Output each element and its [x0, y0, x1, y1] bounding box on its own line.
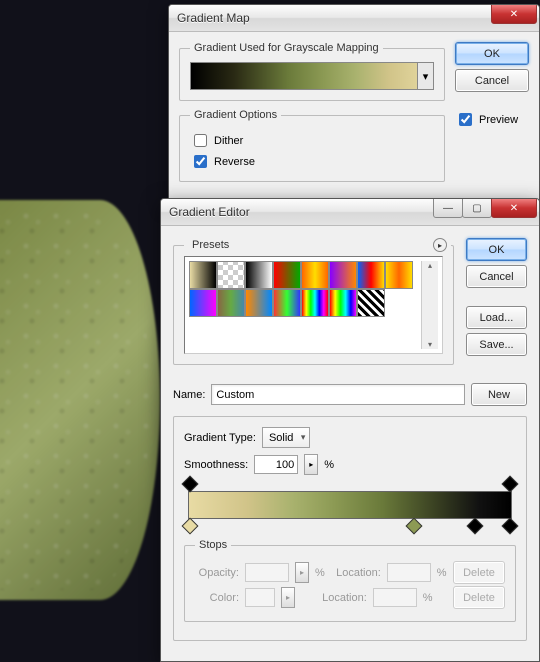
color-stop-2[interactable] — [405, 518, 422, 535]
color-well — [245, 588, 275, 607]
stops-legend: Stops — [195, 539, 231, 551]
preset-swatch[interactable] — [217, 261, 245, 289]
presets-scrollbar[interactable]: ▴ ▾ — [421, 261, 438, 349]
scroll-up-icon[interactable]: ▴ — [428, 261, 432, 270]
reverse-checkbox[interactable] — [194, 155, 207, 168]
presets-legend: Presets — [188, 239, 233, 251]
preset-swatch[interactable] — [245, 261, 273, 289]
reverse-label: Reverse — [214, 156, 255, 168]
gradient-type-label: Gradient Type: — [184, 432, 256, 444]
opacity-input — [245, 563, 289, 582]
preset-swatch[interactable] — [189, 261, 217, 289]
color-stop-3[interactable] — [467, 518, 484, 535]
window-title: Gradient Editor — [169, 205, 434, 219]
gradient-used-legend: Gradient Used for Grayscale Mapping — [190, 42, 383, 54]
preview-checkbox[interactable] — [459, 113, 472, 126]
ok-button[interactable]: OK — [455, 42, 529, 65]
presets-group: Presets ▸ ▴ ▾ — [173, 238, 454, 365]
gradient-type-select[interactable]: Solid — [262, 427, 310, 448]
delete-opacity-stop-button: Delete — [453, 561, 505, 584]
gradient-used-group: Gradient Used for Grayscale Mapping ▾ — [179, 42, 445, 101]
preset-swatch[interactable] — [357, 289, 385, 317]
preset-swatch[interactable] — [301, 289, 329, 317]
gradient-editor-window: Gradient Editor — ▢ ✕ Presets ▸ ▴ — [160, 198, 540, 662]
titlebar[interactable]: Gradient Map ✕ — [169, 5, 539, 32]
smoothness-flyout-icon[interactable]: ▸ — [304, 454, 318, 475]
gradient-preview-bar[interactable]: ▾ — [190, 62, 434, 90]
dither-checkbox[interactable] — [194, 134, 207, 147]
color-location-input — [373, 588, 417, 607]
dither-label: Dither — [214, 135, 243, 147]
cancel-button[interactable]: Cancel — [466, 265, 527, 288]
ok-button[interactable]: OK — [466, 238, 527, 261]
smoothness-label: Smoothness: — [184, 459, 248, 471]
load-button[interactable]: Load... — [466, 306, 527, 329]
opacity-location-input — [387, 563, 431, 582]
preset-swatch[interactable] — [329, 261, 357, 289]
preset-swatch[interactable] — [385, 261, 413, 289]
percent-label: % — [423, 592, 433, 604]
gradient-dropdown-icon[interactable]: ▾ — [417, 63, 433, 89]
opacity-stop-label: Opacity: — [195, 567, 239, 579]
smoothness-input[interactable] — [254, 455, 298, 474]
gradient-map-window: Gradient Map ✕ Gradient Used for Graysca… — [168, 4, 540, 201]
percent-label: % — [324, 459, 334, 471]
gradient-options-group: Gradient Options Dither Reverse — [179, 109, 445, 182]
preset-swatch[interactable] — [245, 289, 273, 317]
preview-label: Preview — [479, 114, 518, 126]
stops-group: Stops Opacity: ▸ % Location: % Delete Co… — [184, 539, 516, 622]
close-icon[interactable]: ✕ — [491, 198, 537, 218]
preset-swatch[interactable] — [329, 289, 357, 317]
gradient-type-group: Gradient Type: Solid Smoothness: ▸ % — [173, 416, 527, 641]
color-flyout-icon: ▸ — [281, 587, 295, 608]
presets-box: ▴ ▾ — [184, 256, 443, 354]
name-input[interactable] — [211, 384, 465, 405]
percent-label: % — [437, 567, 447, 579]
opacity-flyout-icon: ▸ — [295, 562, 309, 583]
gradient-options-legend: Gradient Options — [190, 109, 281, 121]
delete-color-stop-button: Delete — [453, 586, 505, 609]
new-button[interactable]: New — [471, 383, 527, 406]
name-label: Name: — [173, 389, 205, 401]
preset-swatch[interactable] — [189, 289, 217, 317]
color-stop-4[interactable] — [502, 518, 519, 535]
color-location-label: Location: — [317, 592, 367, 604]
window-title: Gradient Map — [177, 11, 492, 25]
color-stop-label: Color: — [195, 592, 239, 604]
scroll-down-icon[interactable]: ▾ — [428, 340, 432, 349]
minimize-icon[interactable]: — — [433, 198, 463, 218]
preset-swatch[interactable] — [273, 289, 301, 317]
close-icon[interactable]: ✕ — [491, 4, 537, 24]
gradient-edit-bar[interactable] — [188, 491, 512, 519]
preset-swatch[interactable] — [217, 289, 245, 317]
save-button[interactable]: Save... — [466, 333, 527, 356]
opacity-location-label: Location: — [331, 567, 381, 579]
cancel-button[interactable]: Cancel — [455, 69, 529, 92]
presets-flyout-icon[interactable]: ▸ — [433, 238, 447, 252]
opacity-stop-right[interactable] — [502, 476, 519, 493]
maximize-icon[interactable]: ▢ — [462, 198, 492, 218]
background-artwork — [0, 200, 160, 600]
preset-swatch[interactable] — [357, 261, 385, 289]
preset-swatch[interactable] — [301, 261, 329, 289]
titlebar[interactable]: Gradient Editor — ▢ ✕ — [161, 199, 539, 226]
opacity-stop-left[interactable] — [182, 476, 199, 493]
preset-swatch[interactable] — [273, 261, 301, 289]
percent-label: % — [315, 567, 325, 579]
color-stop-1[interactable] — [182, 518, 199, 535]
